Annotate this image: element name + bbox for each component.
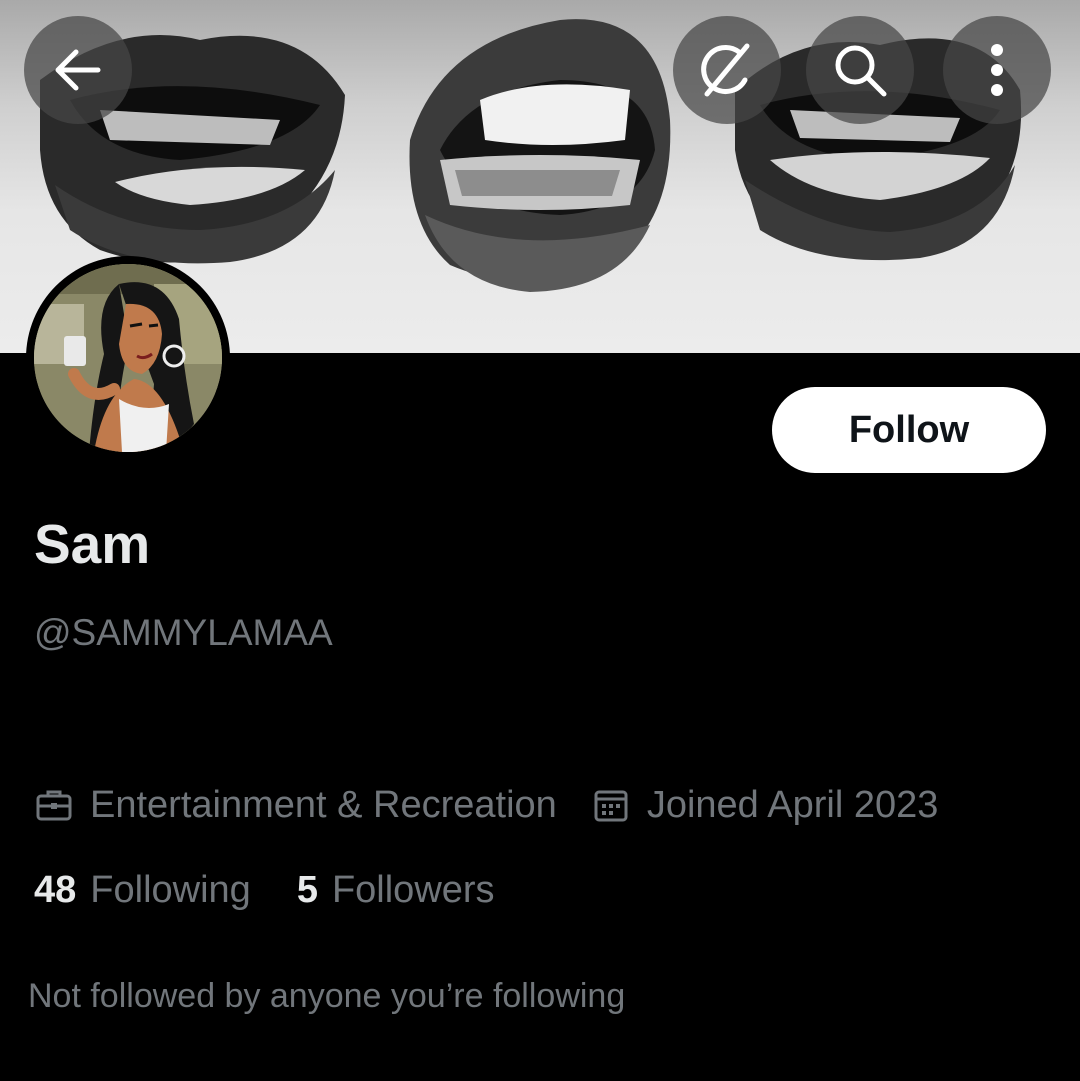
display-name: Sam — [34, 513, 151, 575]
briefcase-icon — [34, 785, 74, 825]
more-options-button[interactable] — [943, 16, 1051, 124]
avatar[interactable] — [26, 256, 230, 460]
search-button[interactable] — [806, 16, 914, 124]
profile-category: Entertainment & Recreation — [90, 783, 557, 826]
profile-meta-row: Entertainment & Recreation Joined April … — [34, 780, 938, 830]
following-count: 48 — [34, 868, 77, 911]
more-vertical-icon — [991, 44, 1003, 96]
following-link[interactable]: 48 Following — [34, 869, 251, 912]
avatar-image — [34, 264, 222, 452]
followers-link[interactable]: 5 Followers — [297, 869, 495, 912]
follow-button[interactable]: Follow — [772, 387, 1046, 473]
grok-icon — [701, 43, 750, 97]
search-icon — [835, 45, 887, 97]
follow-stats: 48 Following 5 Followers — [34, 866, 495, 914]
followers-label: Followers — [331, 868, 495, 911]
following-label: Following — [90, 868, 251, 911]
followed-by-note: Not followed by anyone you’re following — [28, 977, 626, 1015]
followers-count: 5 — [296, 868, 318, 911]
calendar-icon — [591, 785, 631, 825]
user-handle: @SAMMYLAMAA — [34, 612, 333, 653]
arrow-left-icon — [55, 49, 101, 91]
back-button[interactable] — [24, 16, 132, 124]
join-date: Joined April 2023 — [646, 783, 939, 826]
grok-button[interactable] — [673, 16, 781, 124]
